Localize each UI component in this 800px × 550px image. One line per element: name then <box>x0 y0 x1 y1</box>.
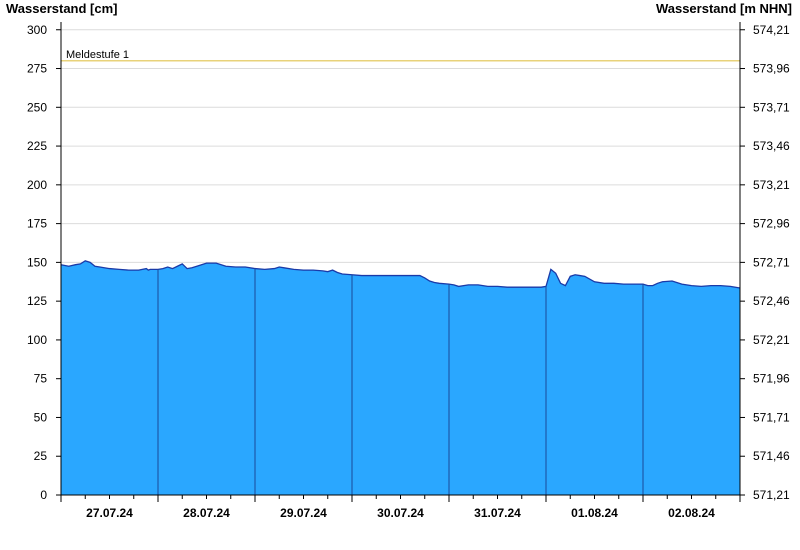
right-tick-label: 572,21 <box>753 333 790 347</box>
left-axis-ticks: 0 25 50 75 100 125 150 175 200 225 250 275 300 <box>27 23 61 502</box>
right-tick-label: 573,96 <box>753 62 790 76</box>
right-tick-label: 572,96 <box>753 217 790 231</box>
left-tick-label: 250 <box>27 100 47 114</box>
right-tick-label: 572,71 <box>753 255 790 269</box>
x-tick-label: 02.08.24 <box>668 506 715 520</box>
x-tick-label: 29.07.24 <box>280 506 327 520</box>
left-tick-label: 0 <box>40 488 47 502</box>
right-tick-label: 573,71 <box>753 100 790 114</box>
right-tick-label: 574,21 <box>753 23 790 37</box>
meldestufe-label: Meldestufe 1 <box>66 49 129 61</box>
left-axis-title: Wasserstand [cm] <box>6 1 118 16</box>
right-tick-label: 571,96 <box>753 372 790 386</box>
left-tick-label: 125 <box>27 294 47 308</box>
right-tick-label: 571,46 <box>753 449 790 463</box>
water-level-area <box>60 260 741 495</box>
area-fill <box>61 260 740 495</box>
left-tick-label: 75 <box>34 372 48 386</box>
right-axis-ticks: 571,21 571,46 571,71 571,96 572,21 572,46 572,… <box>740 23 790 502</box>
right-tick-label: 571,71 <box>753 410 790 424</box>
x-tick-label: 01.08.24 <box>571 506 618 520</box>
right-tick-label: 571,21 <box>753 488 790 502</box>
right-tick-label: 573,21 <box>753 178 790 192</box>
left-tick-label: 100 <box>27 333 47 347</box>
x-tick-label: 27.07.24 <box>86 506 133 520</box>
left-tick-label: 225 <box>27 139 47 153</box>
chart-canvas: Wasserstand [cm] Wasserstand [m NHN] Mel… <box>6 1 792 520</box>
left-tick-label: 175 <box>27 217 47 231</box>
water-level-chart: Wasserstand [cm] Wasserstand [m NHN] Mel… <box>0 0 800 550</box>
reference-line-group: Meldestufe 1 <box>61 49 740 62</box>
right-tick-label: 573,46 <box>753 139 790 153</box>
x-axis-ticks: 27.07.24 28.07.24 29.07.24 30.07.24 31.07.24… <box>60 495 741 520</box>
x-tick-label: 31.07.24 <box>474 506 521 520</box>
left-tick-label: 300 <box>27 23 47 37</box>
left-tick-label: 275 <box>27 62 47 76</box>
x-tick-label: 30.07.24 <box>377 506 424 520</box>
left-tick-label: 200 <box>27 178 47 192</box>
left-tick-label: 150 <box>27 255 47 269</box>
x-tick-label: 28.07.24 <box>183 506 230 520</box>
left-tick-label: 50 <box>34 410 48 424</box>
left-tick-label: 25 <box>34 449 48 463</box>
right-tick-label: 572,46 <box>753 294 790 308</box>
right-axis-title: Wasserstand [m NHN] <box>656 1 792 16</box>
